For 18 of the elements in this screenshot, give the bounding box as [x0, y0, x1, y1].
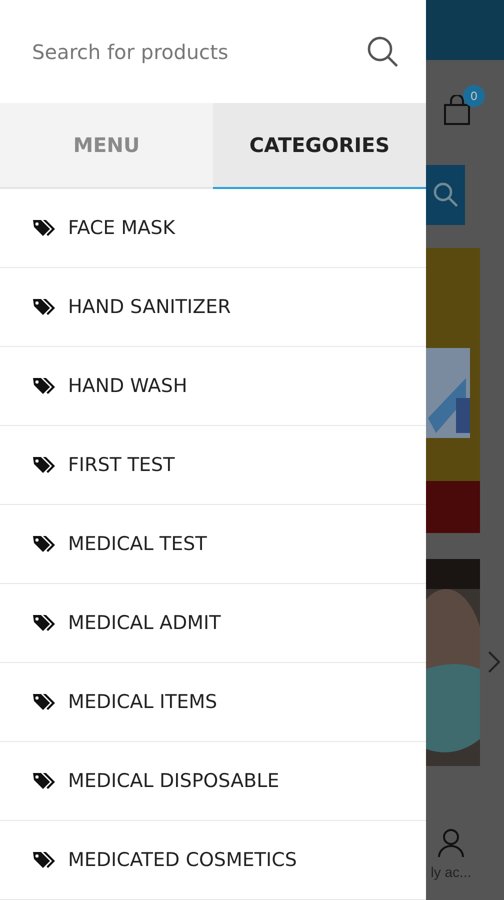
tags-icon: [32, 850, 58, 870]
search-button[interactable]: [426, 165, 465, 225]
search-icon: [432, 182, 458, 208]
tags-icon: [32, 455, 58, 475]
tags-icon: [32, 771, 58, 791]
chevron-right-icon[interactable]: [487, 650, 501, 674]
tags-icon: [32, 692, 58, 712]
tags-icon: [32, 534, 58, 554]
search-field[interactable]: Search for products: [32, 40, 366, 64]
tags-icon: [32, 218, 58, 238]
user-icon[interactable]: [437, 828, 465, 858]
tab[interactable]: CATEGORIES: [213, 103, 426, 189]
shopping-bag-icon[interactable]: [444, 95, 470, 125]
tags-icon: [32, 376, 58, 396]
search-icon[interactable]: [366, 34, 400, 68]
tags-icon: [32, 297, 58, 317]
tags-icon: [32, 613, 58, 633]
cart-count-badge: 0: [463, 85, 485, 107]
